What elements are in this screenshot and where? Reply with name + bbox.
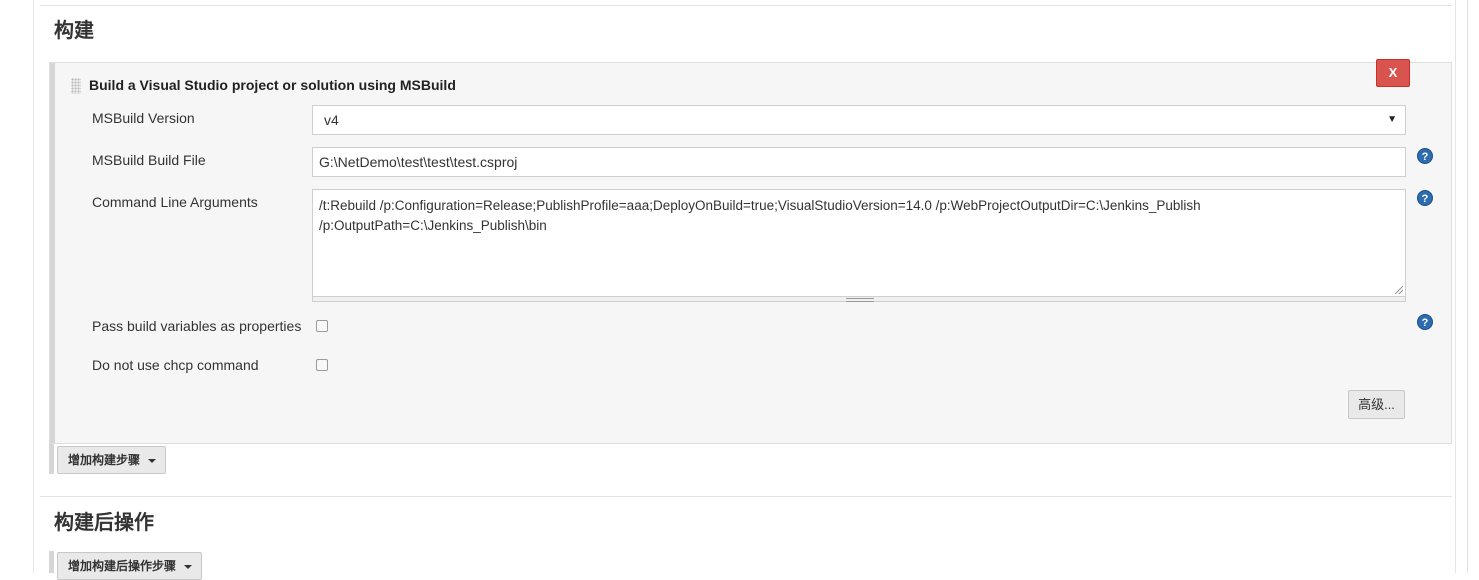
resize-handle-icon[interactable] <box>1395 286 1403 294</box>
caret-down-icon <box>148 459 156 463</box>
build-section-title: 构建 <box>54 20 94 42</box>
msbuild-step-panel: Build a Visual Studio project or solutio… <box>49 59 1452 444</box>
no-chcp-checkbox[interactable] <box>316 359 328 371</box>
step-title: Build a Visual Studio project or solutio… <box>89 77 456 93</box>
textarea-grip[interactable] <box>312 296 1406 302</box>
section-divider <box>40 5 1452 6</box>
msbuild-build-file-input[interactable]: G:\NetDemo\test\test\test.csproj <box>312 147 1406 177</box>
pass-build-variables-checkbox[interactable] <box>316 320 328 332</box>
add-build-step-button[interactable]: 增加构建步骤 <box>57 446 166 474</box>
pass-build-variables-label: Pass build variables as properties <box>92 318 302 334</box>
post-build-section-title: 构建后操作 <box>54 512 154 534</box>
advanced-button[interactable]: 高级... <box>1348 390 1405 419</box>
delete-step-button[interactable]: X <box>1376 59 1410 87</box>
command-line-args-value: /t:Rebuild /p:Configuration=Release;Publ… <box>319 198 1201 233</box>
drag-handle-icon[interactable] <box>71 78 81 94</box>
no-chcp-label: Do not use chcp command <box>92 357 259 373</box>
help-icon[interactable]: ? <box>1417 148 1433 164</box>
help-icon[interactable]: ? <box>1417 314 1433 330</box>
command-line-args-textarea[interactable]: /t:Rebuild /p:Configuration=Release;Publ… <box>312 189 1406 297</box>
msbuild-build-file-label: MSBuild Build File <box>92 152 206 168</box>
section-divider <box>40 496 1452 497</box>
help-icon[interactable]: ? <box>1417 190 1433 206</box>
grip-lines-icon <box>846 298 874 302</box>
post-step-left-bar <box>49 551 54 573</box>
msbuild-version-label: MSBuild Version <box>92 110 195 126</box>
caret-down-icon <box>184 565 192 569</box>
msbuild-version-select[interactable]: v4 ▼ <box>312 105 1406 135</box>
right-divider <box>1467 0 1468 573</box>
add-post-build-step-label: 增加构建后操作步骤 <box>68 559 177 573</box>
chevron-down-icon: ▼ <box>1387 114 1397 125</box>
step-left-bar <box>49 444 54 474</box>
add-post-build-step-button[interactable]: 增加构建后操作步骤 <box>57 552 202 580</box>
add-build-step-label: 增加构建步骤 <box>68 453 141 467</box>
command-line-args-label: Command Line Arguments <box>92 194 258 210</box>
msbuild-version-value: v4 <box>324 112 339 128</box>
